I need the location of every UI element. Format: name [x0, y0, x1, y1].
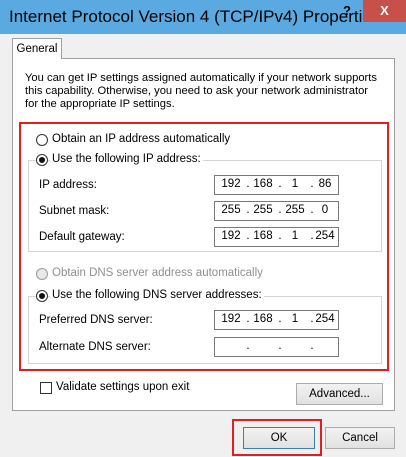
default-gateway-label: Default gateway: — [39, 231, 125, 243]
advanced-button[interactable]: Advanced... — [296, 383, 383, 405]
ip-address-octet-1: 192 — [221, 178, 241, 190]
subnet-octet-4: 0 — [321, 204, 329, 216]
preferred-dns-label: Preferred DNS server: — [39, 314, 153, 326]
window-title: Internet Protocol Version 4 (TCP/IPv4) P… — [9, 7, 381, 26]
use-following-dns-label[interactable]: Use the following DNS server addresses: — [50, 289, 264, 301]
ip-address-field[interactable]: 192 . 168 . 1 . 86 — [214, 175, 339, 195]
tab-general[interactable]: General — [12, 38, 62, 59]
ip-address-octet-2: 168 — [253, 178, 273, 190]
help-button[interactable]: ? — [334, 0, 360, 22]
alternate-dns-field[interactable]: . . . — [214, 337, 339, 357]
preferred-dns-octet-1: 192 — [221, 313, 241, 325]
subnet-octet-3: 255 — [285, 204, 305, 216]
ip-address-label: IP address: — [39, 179, 97, 191]
obtain-dns-auto-label[interactable]: Obtain DNS server address automatically — [52, 267, 263, 279]
gateway-octet-3: 1 — [291, 230, 299, 242]
subnet-mask-field[interactable]: 255 . 255 . 255 . 0 — [214, 201, 339, 221]
gateway-octet-2: 168 — [253, 230, 273, 242]
default-gateway-field[interactable]: 192 . 168 . 1 . 254 — [214, 227, 339, 247]
intro-text: You can get IP settings assigned automat… — [25, 72, 377, 110]
alternate-dns-label: Alternate DNS server: — [39, 341, 151, 353]
validate-checkbox[interactable] — [40, 382, 52, 394]
cancel-button[interactable]: Cancel — [325, 427, 395, 449]
obtain-ip-auto-radio[interactable] — [36, 134, 48, 146]
obtain-dns-auto-radio[interactable] — [36, 268, 48, 280]
ip-address-octet-3: 1 — [291, 178, 299, 190]
alternate-dns-dot: . — [278, 340, 282, 352]
validate-label[interactable]: Validate settings upon exit — [56, 381, 189, 393]
subnet-octet-2: 255 — [253, 204, 273, 216]
subnet-mask-label: Subnet mask: — [39, 205, 110, 217]
preferred-dns-octet-2: 168 — [253, 313, 273, 325]
preferred-dns-field[interactable]: 192 . 168 . 1 . 254 — [214, 310, 339, 330]
subnet-octet-1: 255 — [221, 204, 241, 216]
obtain-ip-auto-label[interactable]: Obtain an IP address automatically — [52, 133, 230, 145]
use-following-ip-label[interactable]: Use the following IP address: — [50, 153, 203, 165]
close-button[interactable]: X — [363, 0, 406, 22]
gateway-octet-4: 254 — [315, 230, 335, 242]
use-following-dns-radio[interactable] — [36, 290, 48, 302]
preferred-dns-octet-3: 1 — [291, 313, 299, 325]
ip-address-octet-4: 86 — [318, 178, 332, 190]
use-following-ip-radio[interactable] — [36, 154, 48, 166]
preferred-dns-octet-4: 254 — [315, 313, 335, 325]
title-bar[interactable]: Internet Protocol Version 4 (TCP/IPv4) P… — [0, 0, 406, 34]
gateway-octet-1: 192 — [221, 230, 241, 242]
alternate-dns-dot: . — [310, 340, 314, 352]
alternate-dns-dot: . — [246, 340, 250, 352]
dialog-window: Internet Protocol Version 4 (TCP/IPv4) P… — [0, 0, 406, 457]
ok-button[interactable]: OK — [243, 427, 315, 449]
